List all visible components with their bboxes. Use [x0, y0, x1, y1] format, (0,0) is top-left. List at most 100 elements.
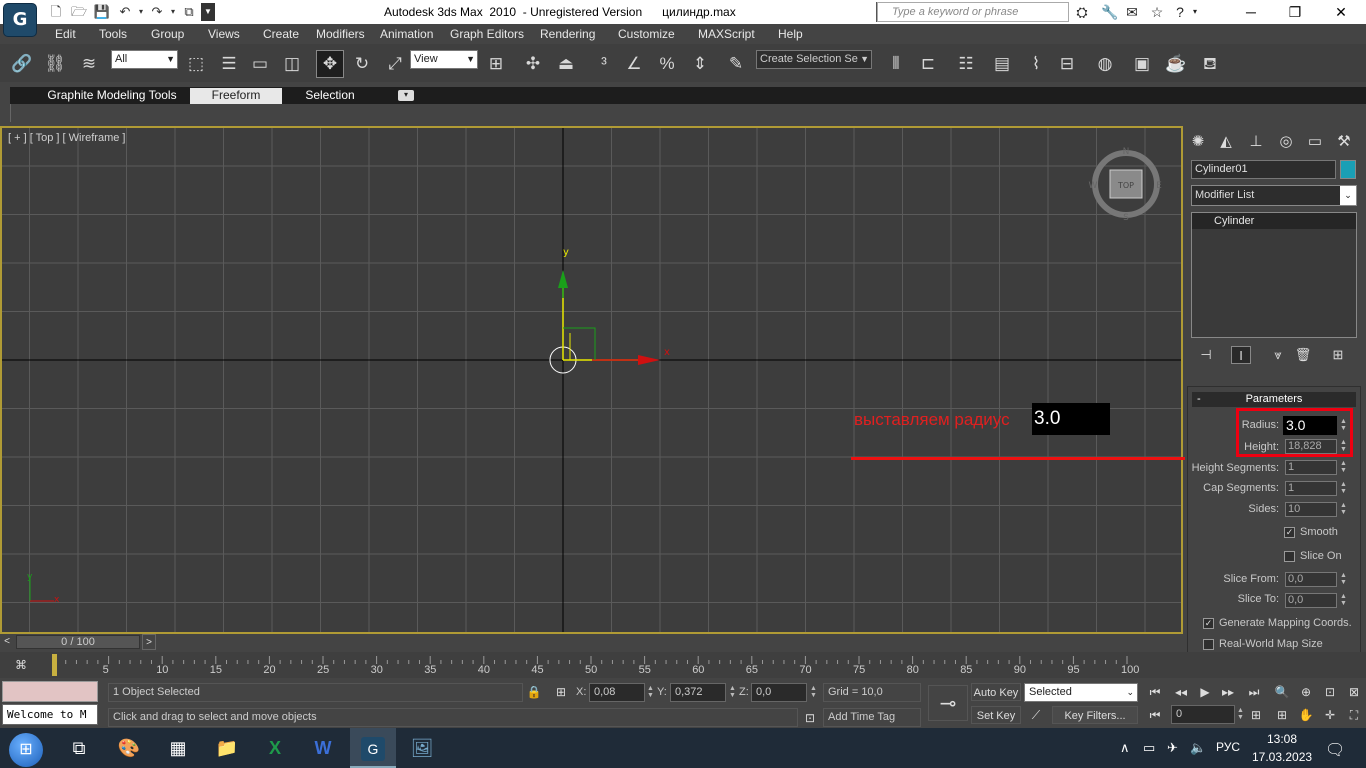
slice-from-spinner[interactable]: ▲ ▼ — [1339, 572, 1348, 587]
key-mode-toggle-icon[interactable]: ⏮ — [1145, 706, 1165, 724]
select-object-icon[interactable]: ⬚ — [184, 52, 208, 76]
display-tab-icon[interactable]: ▭ — [1303, 131, 1327, 153]
track-bar[interactable] — [0, 652, 1366, 678]
make-unique-icon[interactable]: ⩔ — [1268, 346, 1288, 364]
photos-app-icon[interactable]: 🖼 — [399, 728, 445, 768]
modify-tab-icon[interactable]: ◭ — [1214, 131, 1238, 153]
reference-coordinate-dropdown[interactable]: View ▼ — [410, 50, 478, 69]
maximize-button[interactable]: ❐ — [1272, 0, 1318, 24]
object-color-swatch[interactable] — [1340, 160, 1356, 179]
task-view-icon[interactable]: ⧉ — [56, 728, 102, 768]
modifier-list-dropdown[interactable]: Modifier List ⌄ — [1191, 185, 1357, 206]
open-file-icon[interactable]: 🗁 — [70, 3, 88, 21]
pin-stack-icon[interactable]: ⊣ — [1196, 346, 1216, 364]
menu-graph-editors[interactable]: Graph Editors — [450, 27, 524, 41]
mini-curve-editor-icon[interactable]: ⌘ — [11, 656, 31, 674]
add-time-tag-button[interactable]: Add Time Tag — [823, 708, 921, 727]
tab-selection[interactable]: Selection — [292, 87, 368, 104]
menu-group[interactable]: Group — [151, 27, 184, 41]
selection-lock-icon[interactable]: 🔒 — [524, 683, 544, 701]
calculator-app-icon[interactable]: ▦ — [155, 728, 201, 768]
select-and-link-icon[interactable]: 🔗 — [10, 52, 34, 76]
redo-dropdown-icon[interactable]: ▾ — [168, 3, 178, 21]
help-icon[interactable]: ? — [1170, 3, 1190, 21]
paint-app-icon[interactable]: 🎨 — [106, 728, 152, 768]
tab-freeform[interactable]: Freeform — [190, 88, 282, 104]
slice-on-checkbox[interactable] — [1284, 551, 1295, 562]
select-by-name-icon[interactable]: ☰ — [217, 52, 241, 76]
spinner-snap-icon[interactable]: ⇕ — [688, 52, 712, 76]
previous-frame-icon[interactable]: ◂◂ — [1171, 683, 1191, 701]
notifications-icon[interactable]: 🗨 — [1325, 740, 1345, 760]
bind-space-warp-icon[interactable]: ≋ — [77, 52, 101, 76]
input-language[interactable]: РУС — [1216, 740, 1240, 754]
object-name-field[interactable]: Cylinder01 — [1191, 160, 1336, 179]
current-frame-field[interactable]: 0 — [1171, 705, 1235, 724]
help-dropdown-icon[interactable]: ▾ — [1190, 3, 1200, 21]
menu-animation[interactable]: Animation — [380, 27, 433, 41]
redo-icon[interactable]: ↷ — [148, 3, 166, 21]
close-button[interactable]: ✕ — [1318, 0, 1364, 24]
show-end-result-icon[interactable]: I — [1231, 346, 1251, 364]
default-in-out-tangent-icon[interactable]: ⟋ — [1026, 706, 1046, 724]
menu-tools[interactable]: Tools — [99, 27, 127, 41]
network-icon[interactable]: ✈ — [1167, 740, 1178, 756]
configure-modifier-sets-icon[interactable]: ⊞ — [1328, 346, 1348, 364]
time-slider-next-icon[interactable]: > — [142, 634, 156, 650]
key-filters-button[interactable]: Key Filters... — [1052, 706, 1138, 724]
time-slider[interactable] — [0, 634, 1183, 650]
schematic-view-icon[interactable]: ⊟ — [1055, 52, 1079, 76]
render-setup-icon[interactable]: ▣ — [1130, 52, 1154, 76]
hierarchy-tab-icon[interactable]: ⊥ — [1244, 131, 1268, 153]
create-tab-icon[interactable]: ✺ — [1186, 131, 1210, 153]
named-selection-set-dropdown[interactable]: Create Selection Se ▼ — [756, 50, 872, 69]
utilities-tab-icon[interactable]: ⚒ — [1332, 131, 1356, 153]
favorites-star-icon[interactable]: ☆ — [1147, 3, 1167, 21]
auto-key-button[interactable]: Auto Key — [971, 683, 1021, 701]
go-to-end-icon[interactable]: ⏭ — [1244, 683, 1264, 701]
undo-icon[interactable]: ↶ — [116, 3, 134, 21]
select-and-manipulate-icon[interactable]: ✣ — [521, 52, 545, 76]
mirror-icon[interactable]: ⫴ — [884, 52, 908, 76]
new-file-icon[interactable]: 🗋 — [47, 3, 65, 21]
rectangular-selection-icon[interactable]: ▭ — [248, 52, 272, 76]
menu-maxscript[interactable]: MAXScript — [698, 27, 755, 41]
orbit-icon[interactable]: ✛ — [1320, 706, 1340, 724]
percent-snap-icon[interactable]: % — [655, 52, 679, 76]
go-to-start-icon[interactable]: ⏮ — [1145, 683, 1165, 701]
app-logo-button[interactable]: G — [3, 3, 37, 37]
save-icon[interactable]: 💾 — [93, 3, 111, 21]
sides-spinner[interactable]: ▲ ▼ — [1339, 502, 1348, 517]
slice-to-spinner[interactable]: ▲ ▼ — [1339, 593, 1348, 608]
graphite-toggle-icon[interactable]: ▤ — [990, 52, 1014, 76]
window-crossing-icon[interactable]: ◫ — [280, 52, 304, 76]
clock-date[interactable]: 17.03.2023 — [1252, 750, 1312, 764]
parameters-header[interactable]: - Parameters — [1192, 392, 1356, 407]
y-coord-field[interactable]: 0,372 — [670, 683, 726, 702]
project-folder-icon[interactable]: ⧉ — [180, 3, 198, 21]
undo-dropdown-icon[interactable]: ▾ — [136, 3, 146, 21]
play-icon[interactable]: ▶ — [1195, 683, 1215, 701]
curve-editor-icon[interactable]: ⌇ — [1024, 52, 1048, 76]
zoom-extents-icon[interactable]: ⊡ — [1320, 683, 1340, 701]
modifier-stack[interactable]: Cylinder — [1191, 212, 1357, 338]
viewport-label-menu[interactable]: [ + ] [ Top ] [ Wireframe ] — [8, 132, 125, 144]
cap-segments-field[interactable]: 1 — [1285, 481, 1337, 496]
select-and-rotate-icon[interactable]: ↻ — [350, 52, 374, 76]
start-button[interactable]: ⊞ — [3, 728, 49, 768]
select-and-move-icon[interactable]: ✥ — [316, 50, 344, 78]
height-segments-field[interactable]: 1 — [1285, 460, 1337, 475]
quick-access-dropdown-icon[interactable]: ▼ — [201, 3, 215, 21]
generate-mapping-checkbox[interactable]: ✓ — [1203, 618, 1214, 629]
smooth-checkbox[interactable]: ✓ — [1284, 527, 1295, 538]
3dsmax-taskbar-icon[interactable]: G — [350, 728, 396, 768]
current-frame-spinner[interactable]: ▲ ▼ — [1236, 707, 1245, 722]
motion-tab-icon[interactable]: ◎ — [1274, 131, 1298, 153]
battery-icon[interactable]: ▭ — [1143, 740, 1155, 756]
communication-center-icon[interactable]: ✉ — [1122, 3, 1142, 21]
time-slider-prev-icon[interactable]: < — [0, 634, 14, 650]
tab-graphite-modeling-tools[interactable]: Graphite Modeling Tools — [27, 87, 197, 104]
material-editor-icon[interactable]: ◍ — [1093, 52, 1117, 76]
set-key-icon[interactable]: ⊸ — [928, 685, 968, 721]
menu-customize[interactable]: Customize — [618, 27, 675, 41]
